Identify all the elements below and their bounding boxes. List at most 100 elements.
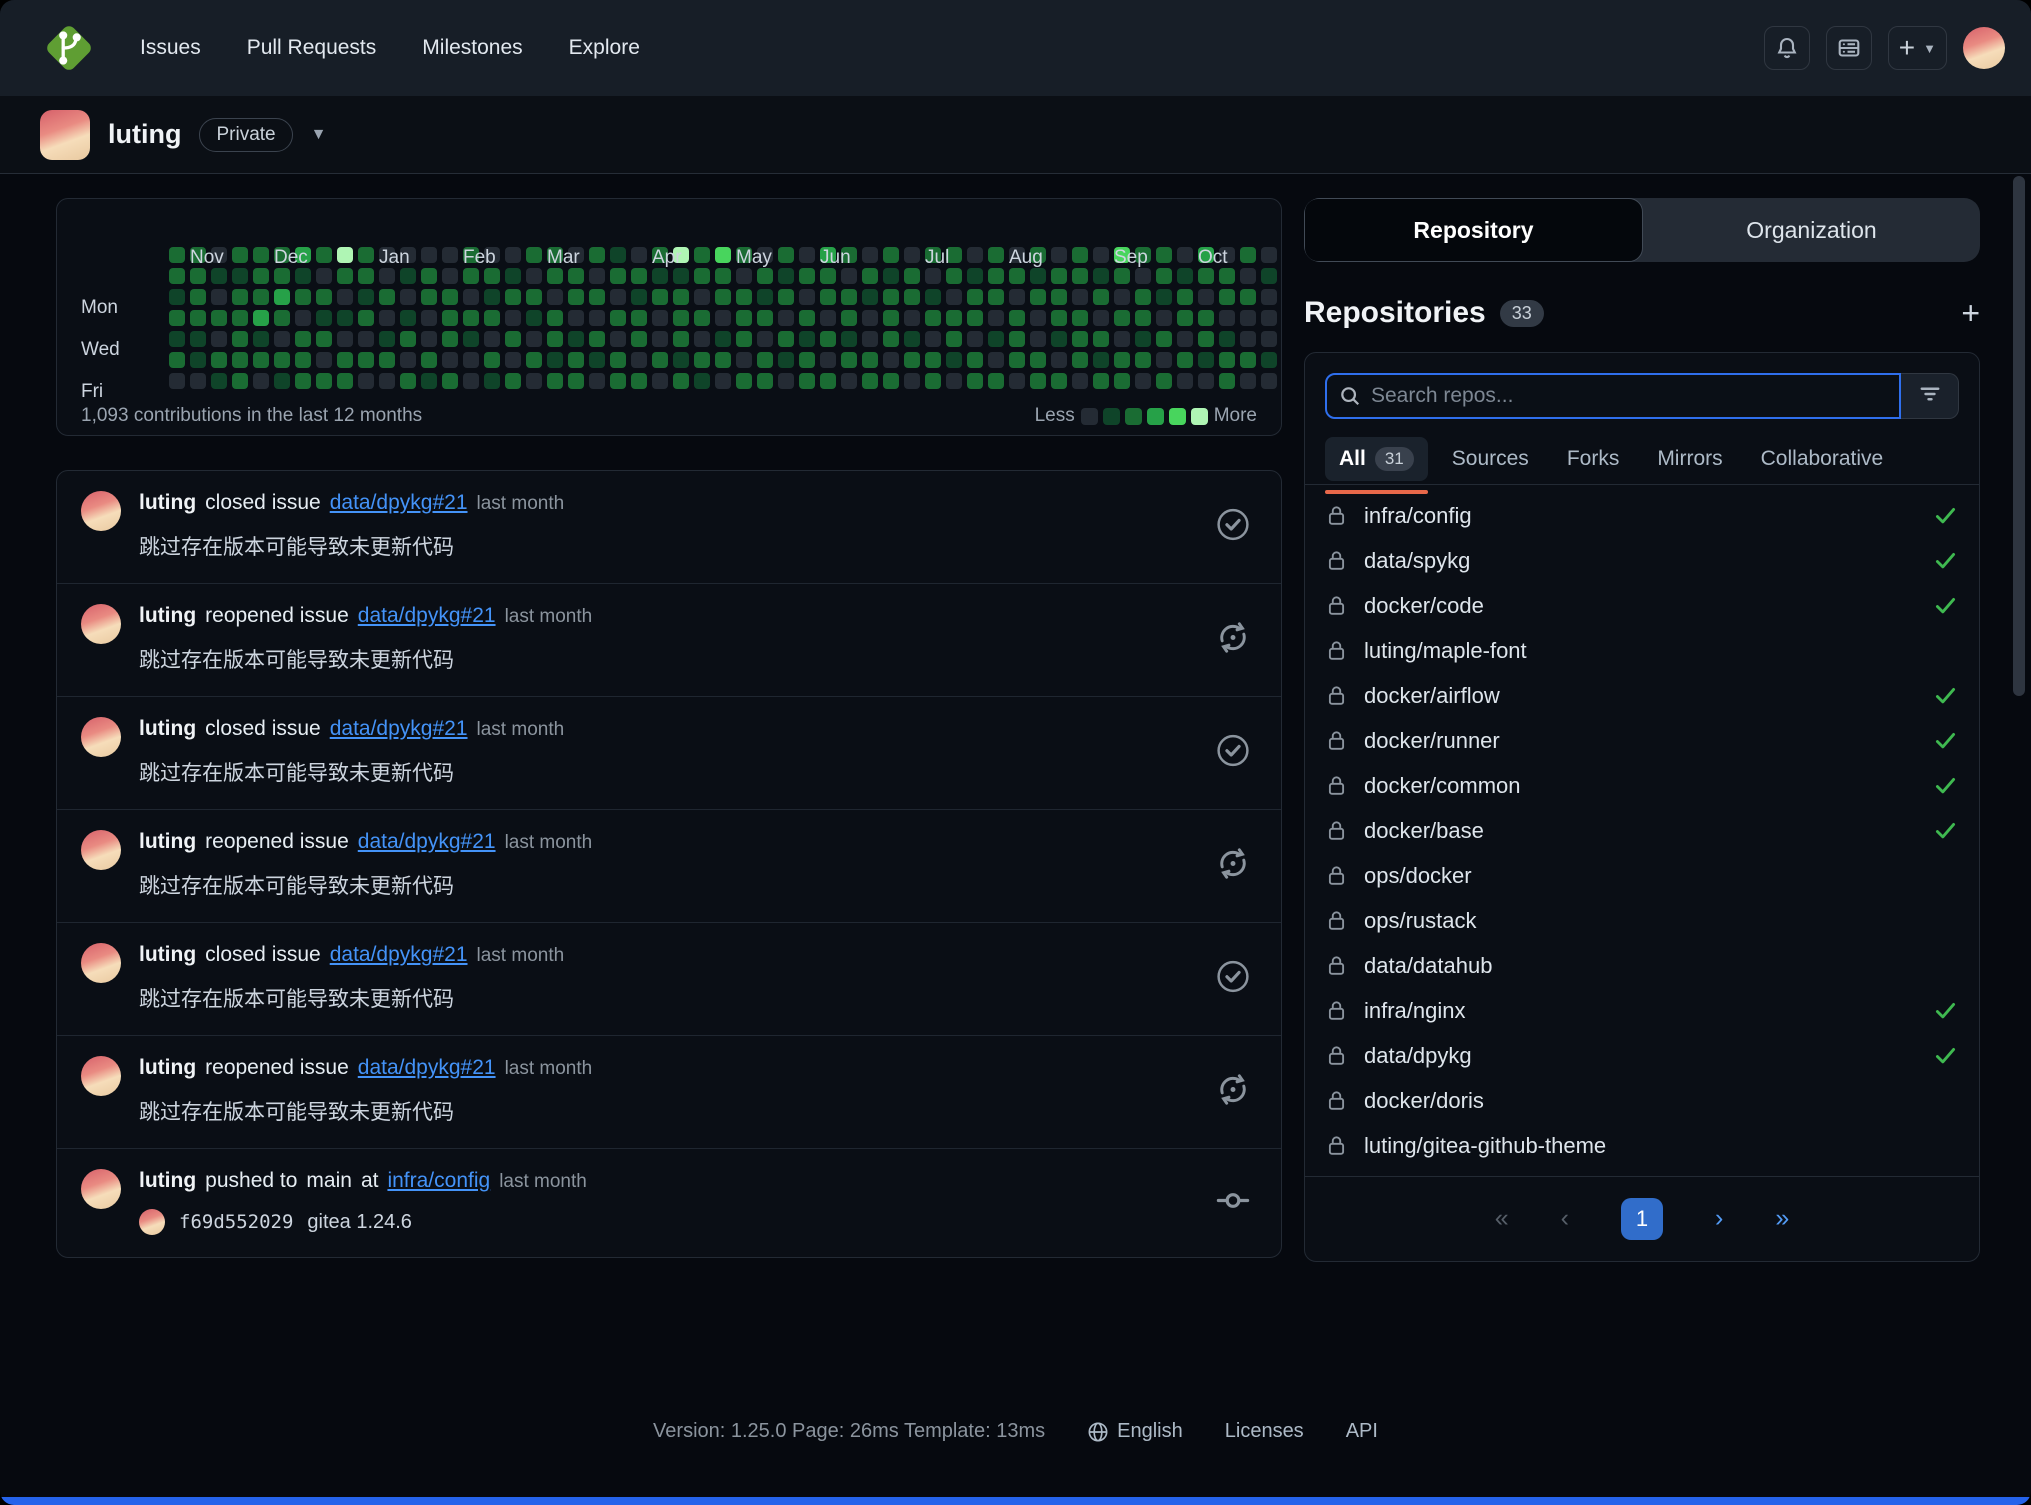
- heatmap-cell[interactable]: [673, 352, 689, 368]
- heatmap-cell[interactable]: [190, 289, 206, 305]
- heatmap-cell[interactable]: [589, 331, 605, 347]
- heatmap-cell[interactable]: [1177, 373, 1193, 389]
- heatmap-cell[interactable]: [1072, 331, 1088, 347]
- heatmap-cell[interactable]: [505, 373, 521, 389]
- scrollbar-thumb[interactable]: [2013, 176, 2025, 696]
- heatmap-cell[interactable]: [1030, 289, 1046, 305]
- feed-issue-title[interactable]: 跳过存在版本可能导致未更新代码: [139, 983, 1257, 1013]
- heatmap-cell[interactable]: [988, 373, 1004, 389]
- heatmap-cell[interactable]: [463, 289, 479, 305]
- heatmap-cell[interactable]: [946, 310, 962, 326]
- heatmap-cell[interactable]: [1051, 373, 1067, 389]
- heatmap-cell[interactable]: [253, 373, 269, 389]
- heatmap-cell[interactable]: [1030, 373, 1046, 389]
- heatmap-cell[interactable]: [610, 352, 626, 368]
- heatmap-cell[interactable]: [568, 268, 584, 284]
- heatmap-cell[interactable]: [883, 310, 899, 326]
- feed-issue-title[interactable]: 跳过存在版本可能导致未更新代码: [139, 870, 1257, 900]
- heatmap-cell[interactable]: [694, 331, 710, 347]
- heatmap-cell[interactable]: [547, 331, 563, 347]
- heatmap-cell[interactable]: [337, 247, 353, 263]
- heatmap-cell[interactable]: [169, 331, 185, 347]
- heatmap-cell[interactable]: [526, 289, 542, 305]
- heatmap-cell[interactable]: [1009, 289, 1025, 305]
- admin-panel-button[interactable]: [1826, 26, 1872, 70]
- heatmap-cell[interactable]: [1219, 310, 1235, 326]
- heatmap-cell[interactable]: [841, 289, 857, 305]
- api-link[interactable]: API: [1346, 1420, 1378, 1443]
- heatmap-cell[interactable]: [1030, 352, 1046, 368]
- heatmap-cell[interactable]: [253, 331, 269, 347]
- heatmap-cell[interactable]: [589, 352, 605, 368]
- heatmap-cell[interactable]: [883, 331, 899, 347]
- heatmap-cell[interactable]: [988, 289, 1004, 305]
- heatmap-cell[interactable]: [463, 331, 479, 347]
- heatmap-cell[interactable]: [589, 268, 605, 284]
- heatmap-cell[interactable]: [673, 289, 689, 305]
- heatmap-cell[interactable]: [1030, 310, 1046, 326]
- heatmap-cell[interactable]: [799, 373, 815, 389]
- nav-link-explore[interactable]: Explore: [569, 36, 640, 60]
- heatmap-cell[interactable]: [1198, 310, 1214, 326]
- heatmap-cell[interactable]: [904, 331, 920, 347]
- heatmap-cell[interactable]: [757, 373, 773, 389]
- heatmap-cell[interactable]: [736, 373, 752, 389]
- feed-avatar[interactable]: [81, 1056, 121, 1096]
- feed-avatar[interactable]: [81, 830, 121, 870]
- repo-row[interactable]: docker/runner: [1325, 718, 1959, 763]
- heatmap-cell[interactable]: [211, 310, 227, 326]
- heatmap-cell[interactable]: [757, 268, 773, 284]
- heatmap-cell[interactable]: [589, 310, 605, 326]
- heatmap-cell[interactable]: [1135, 331, 1151, 347]
- heatmap-cell[interactable]: [547, 352, 563, 368]
- heatmap-cell[interactable]: [526, 310, 542, 326]
- heatmap-cell[interactable]: [778, 268, 794, 284]
- heatmap-cell[interactable]: [715, 268, 731, 284]
- heatmap-cell[interactable]: [925, 331, 941, 347]
- repo-name[interactable]: data/spykg: [1364, 548, 1470, 574]
- repo-row[interactable]: docker/airflow: [1325, 673, 1959, 718]
- heatmap-cell[interactable]: [1177, 289, 1193, 305]
- heatmap-cell[interactable]: [358, 247, 374, 263]
- heatmap-cell[interactable]: [1072, 268, 1088, 284]
- heatmap-cell[interactable]: [610, 373, 626, 389]
- heatmap-cell[interactable]: [631, 331, 647, 347]
- heatmap-cell[interactable]: [526, 331, 542, 347]
- heatmap-cell[interactable]: [547, 373, 563, 389]
- feed-repo-link[interactable]: data/dpykg#21: [330, 491, 468, 515]
- heatmap-cell[interactable]: [1051, 331, 1067, 347]
- heatmap-cell[interactable]: [1072, 289, 1088, 305]
- heatmap-cell[interactable]: [421, 331, 437, 347]
- repo-filter-all[interactable]: All31: [1325, 437, 1428, 481]
- heatmap-cell[interactable]: [442, 352, 458, 368]
- heatmap-cell[interactable]: [421, 289, 437, 305]
- heatmap-cell[interactable]: [1051, 352, 1067, 368]
- feed-username[interactable]: luting: [139, 943, 196, 967]
- heatmap-cell[interactable]: [169, 373, 185, 389]
- heatmap-cell[interactable]: [1009, 373, 1025, 389]
- feed-avatar[interactable]: [81, 1169, 121, 1209]
- heatmap-cell[interactable]: [967, 268, 983, 284]
- heatmap-cell[interactable]: [1156, 373, 1172, 389]
- heatmap-cell[interactable]: [169, 352, 185, 368]
- heatmap-cell[interactable]: [442, 373, 458, 389]
- heatmap-cell[interactable]: [169, 247, 185, 263]
- heatmap-cell[interactable]: [988, 310, 1004, 326]
- heatmap-cell[interactable]: [484, 373, 500, 389]
- heatmap-cell[interactable]: [358, 310, 374, 326]
- heatmap-cell[interactable]: [1240, 331, 1256, 347]
- heatmap-cell[interactable]: [652, 289, 668, 305]
- heatmap-cell[interactable]: [1156, 247, 1172, 263]
- heatmap-cell[interactable]: [295, 289, 311, 305]
- heatmap-cell[interactable]: [715, 373, 731, 389]
- heatmap-cell[interactable]: [715, 310, 731, 326]
- heatmap-cell[interactable]: [967, 310, 983, 326]
- heatmap-cell[interactable]: [1009, 268, 1025, 284]
- heatmap-cell[interactable]: [589, 289, 605, 305]
- heatmap-cell[interactable]: [1156, 310, 1172, 326]
- heatmap-cell[interactable]: [631, 352, 647, 368]
- heatmap-cell[interactable]: [1219, 352, 1235, 368]
- heatmap-cell[interactable]: [547, 289, 563, 305]
- heatmap-cell[interactable]: [883, 247, 899, 263]
- heatmap-cell[interactable]: [400, 289, 416, 305]
